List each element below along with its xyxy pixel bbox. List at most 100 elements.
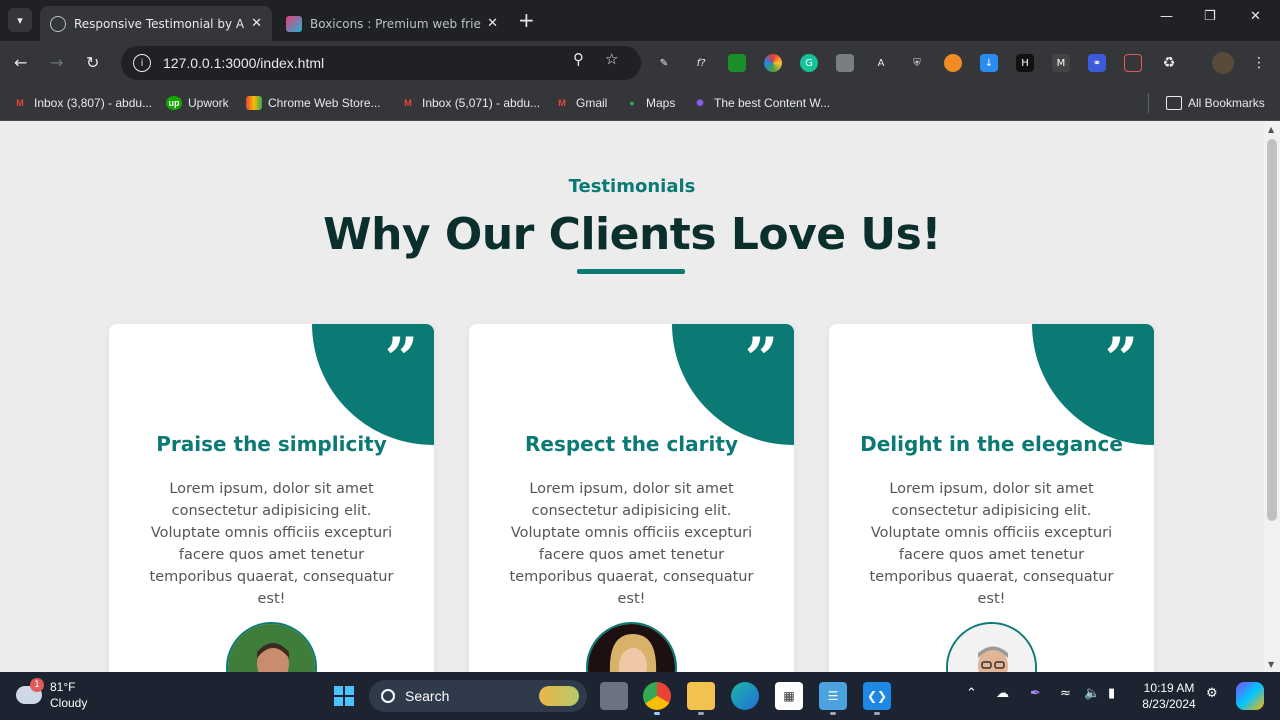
weather-temp: 81°F: [50, 680, 76, 694]
grammarly-icon[interactable]: G: [800, 54, 818, 72]
testimonial-card: ” Praise the simplicity Lorem ipsum, dol…: [109, 324, 434, 672]
forward-icon[interactable]: →: [50, 53, 63, 72]
a-extension-icon[interactable]: A: [872, 54, 890, 72]
notification-bell-icon[interactable]: ⚙: [1206, 686, 1218, 701]
restore-icon[interactable]: ❐: [1204, 9, 1216, 24]
scroll-down-icon[interactable]: ▼: [1268, 660, 1274, 669]
m-extension-icon[interactable]: M: [1052, 54, 1070, 72]
onedrive-icon[interactable]: ☁: [996, 686, 1009, 701]
microsoft-store-icon[interactable]: ▦: [775, 682, 803, 710]
avatar: [946, 622, 1037, 672]
quote-icon: ”: [744, 325, 778, 393]
notepad-icon[interactable]: ☰: [819, 682, 847, 710]
bookmark-star-icon[interactable]: ☆: [605, 50, 618, 68]
h-extension-icon[interactable]: H: [1016, 54, 1034, 72]
orange-extension-icon[interactable]: [944, 54, 962, 72]
shield-icon[interactable]: ⛨: [908, 54, 926, 72]
maps-icon: ●: [629, 98, 635, 108]
weather-desc: Cloudy: [50, 696, 88, 710]
zoom-icon[interactable]: ⚲: [573, 50, 584, 68]
bookmark-upwork[interactable]: up Upwork: [166, 93, 229, 113]
wifi-icon[interactable]: ≈: [1060, 686, 1071, 701]
bookmark-maps[interactable]: ● Maps: [624, 93, 675, 113]
task-view-icon[interactable]: [600, 682, 628, 710]
content-writer-icon: ✺: [696, 97, 704, 108]
clock-time: 10:19 AM: [1143, 681, 1195, 695]
explorer-running-indicator: [698, 712, 704, 715]
back-icon[interactable]: ←: [14, 53, 27, 72]
card-title: Respect the clarity: [525, 432, 738, 456]
battery-icon[interactable]: ▮: [1108, 686, 1115, 701]
new-tab-button[interactable]: +: [518, 8, 535, 32]
close-window-icon[interactable]: ✕: [1250, 9, 1261, 24]
weather-widget[interactable]: 1 81°F Cloudy: [16, 678, 88, 711]
browser-toolbar: ← → ↻ i 127.0.0.1:3000/index.html ⚲ ☆ ✎ …: [0, 41, 1280, 85]
bookmarks-divider: [1148, 93, 1149, 113]
edge-icon[interactable]: [731, 682, 759, 710]
file-explorer-icon[interactable]: [687, 682, 715, 710]
tray-overflow-icon[interactable]: ⌃: [966, 686, 977, 701]
profile-avatar[interactable]: [1212, 52, 1234, 74]
taskbar-search[interactable]: Search: [369, 680, 587, 712]
copilot-icon[interactable]: [1236, 682, 1264, 710]
chrome-taskbar-icon[interactable]: [643, 682, 671, 710]
bookmark-inbox-1[interactable]: M Inbox (3,807) - abdu...: [12, 93, 152, 113]
color-picker-extension-icon[interactable]: [764, 54, 782, 72]
tab-close-icon[interactable]: ✕: [251, 16, 262, 31]
chrome-web-store-icon: [246, 96, 262, 110]
link-extension-icon[interactable]: ⚭: [1088, 54, 1106, 72]
bookmark-gmail[interactable]: M Gmail: [554, 93, 607, 113]
vscode-running-indicator: [874, 712, 880, 715]
bookmark-content-writer[interactable]: ✺ The best Content W...: [692, 93, 830, 113]
bookmark-label: Upwork: [188, 96, 229, 110]
bookmark-label: Gmail: [576, 96, 608, 110]
red-extension-icon[interactable]: [1124, 54, 1142, 72]
card-title: Praise the simplicity: [156, 432, 387, 456]
reload-icon[interactable]: ↻: [86, 53, 99, 72]
tab-search-button[interactable]: ▾: [8, 8, 32, 32]
menu-kebab-icon[interactable]: ⋮: [1250, 54, 1268, 72]
tab-boxicons[interactable]: Boxicons : Premium web friendl ✕: [276, 6, 508, 41]
card-title: Delight in the elegance: [860, 432, 1123, 456]
testimonial-card: ” Delight in the elegance Lorem ipsum, d…: [829, 324, 1154, 672]
page-title: Why Our Clients Love Us!: [323, 209, 941, 260]
bookmark-label: Inbox (5,071) - abdu...: [422, 96, 541, 110]
vscode-icon[interactable]: ❮❯: [863, 682, 891, 710]
avatar: [226, 622, 317, 672]
globe-icon: [50, 15, 66, 32]
green-extension-icon[interactable]: [728, 54, 746, 72]
bookmark-label: Maps: [646, 96, 676, 110]
gray-extension-icon[interactable]: [836, 54, 854, 72]
bookmark-inbox-2[interactable]: M Inbox (5,071) - abdu...: [400, 93, 540, 113]
page-scrollbar[interactable]: ▲ ▼: [1264, 121, 1280, 672]
bookmark-chrome-web-store[interactable]: Chrome Web Store...: [246, 93, 381, 113]
all-bookmarks[interactable]: All Bookmarks: [1166, 93, 1265, 113]
boxicons-icon: [286, 15, 302, 32]
gmail-icon: M: [16, 98, 24, 108]
site-info-icon[interactable]: i: [133, 54, 151, 72]
tab-active[interactable]: Responsive Testimonial by Abdu ✕: [40, 6, 272, 41]
page-viewport: Testimonials Why Our Clients Love Us! ” …: [0, 121, 1280, 672]
weather-badge: 1: [30, 678, 44, 692]
pen-icon[interactable]: ✒: [1030, 686, 1041, 701]
minimize-icon[interactable]: —: [1160, 9, 1173, 24]
section-eyebrow: Testimonials: [568, 176, 696, 197]
eyedropper-extension-icon[interactable]: ✎: [655, 54, 673, 72]
formula-extension-icon[interactable]: f?: [692, 54, 710, 72]
windows-start-icon[interactable]: [330, 682, 358, 710]
tab-close-icon[interactable]: ✕: [487, 16, 498, 31]
scroll-up-icon[interactable]: ▲: [1268, 125, 1274, 134]
bookmarks-bar: M Inbox (3,807) - abdu... up Upwork Chro…: [0, 85, 1280, 121]
quote-icon: ”: [1104, 325, 1138, 393]
taskbar-clock[interactable]: 10:19 AM 8/23/2024: [1136, 680, 1202, 712]
extensions-puzzle-icon[interactable]: ♻: [1160, 54, 1178, 72]
scrollbar-thumb[interactable]: [1267, 139, 1277, 521]
download-extension-icon[interactable]: ↓: [980, 54, 998, 72]
volume-icon[interactable]: 🔈: [1084, 686, 1100, 701]
gmail-icon: M: [558, 98, 566, 108]
clock-date: 8/23/2024: [1142, 697, 1196, 711]
address-bar[interactable]: i 127.0.0.1:3000/index.html: [121, 46, 641, 80]
tab-title: Boxicons : Premium web friendl: [310, 16, 482, 31]
search-icon: [381, 689, 395, 703]
address-url: 127.0.0.1:3000/index.html: [163, 55, 325, 71]
